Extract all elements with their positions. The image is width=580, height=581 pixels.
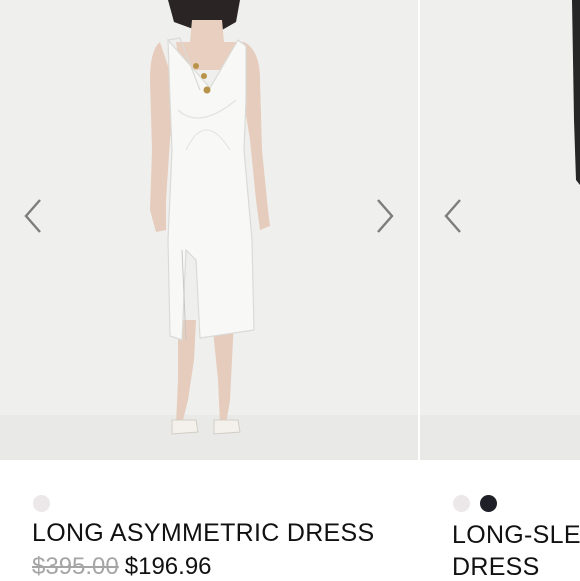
product-name-line-1: LONG-SLE [452,521,580,549]
model-figure [150,0,270,435]
color-swatches [453,495,497,512]
product-image[interactable] [0,0,418,460]
prev-image-button[interactable] [438,194,468,238]
price-group: $395.00 $196.96 [32,553,212,581]
product-name[interactable]: LONG ASYMMETRIC DRESS [32,519,374,548]
prev-image-button[interactable] [18,194,48,238]
sale-price: $196.96 [124,553,212,580]
product-image[interactable] [420,0,580,460]
original-price: $395.00 [32,553,119,580]
product-name-line-2: DRESS [452,553,540,580]
product-name[interactable]: LONG-SLE DRESS [452,519,580,580]
chevron-left-icon [24,199,41,233]
chevron-right-icon [377,199,394,233]
product-card[interactable]: LONG ASYMMETRIC DRESS $395.00 $196.96 [0,0,418,580]
product-card[interactable]: LONG-SLE DRESS [420,0,580,580]
color-swatch-ivory[interactable] [453,495,470,512]
color-swatches [33,495,50,512]
next-image-button[interactable] [370,194,400,238]
chevron-left-icon [444,199,461,233]
color-swatch-ivory[interactable] [33,495,50,512]
color-swatch-black[interactable] [480,495,497,512]
